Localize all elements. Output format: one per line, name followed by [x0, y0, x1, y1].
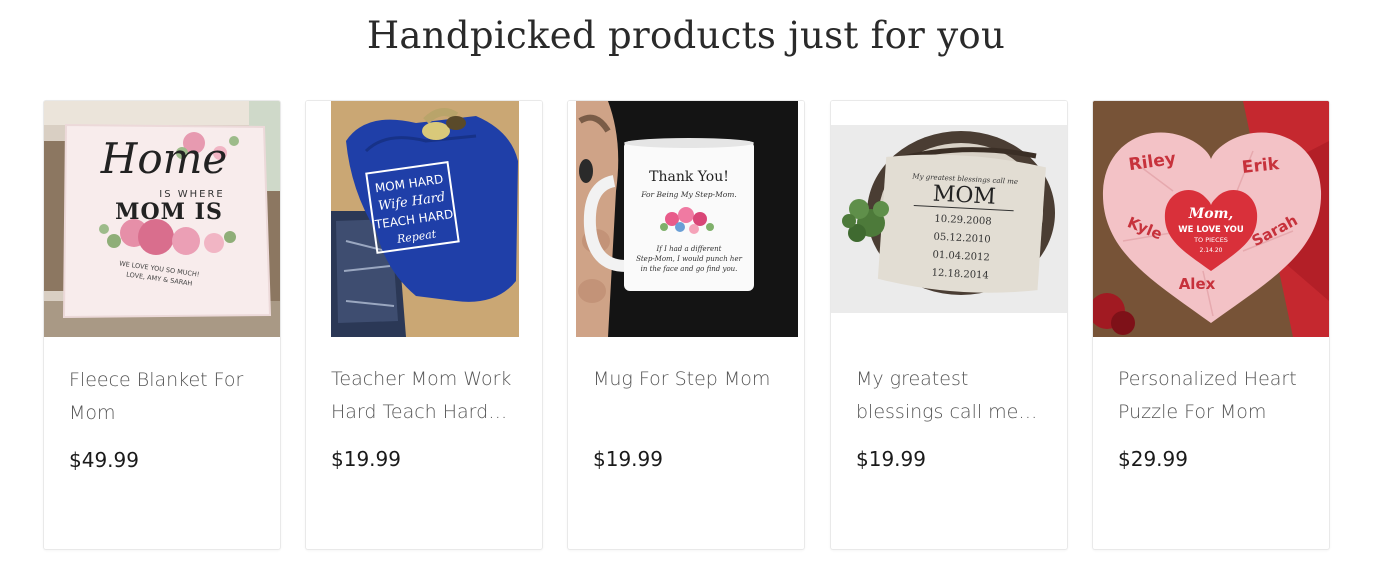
- mug-text-5: in the face and go find you.: [641, 265, 738, 273]
- product-grid: Home IS WHERE MOM IS WE LOVE YOU SO MUCH…: [43, 100, 1330, 550]
- mug-text-3: If I had a different: [656, 245, 722, 253]
- product-image-blanket[interactable]: Home IS WHERE MOM IS WE LOVE YOU SO MUCH…: [44, 101, 280, 337]
- product-image-tshirt[interactable]: MOM HARD Wife Hard TEACH HARD Repeat: [306, 101, 542, 337]
- puzzle-center-4: 2.14.20: [1200, 247, 1223, 254]
- product-price: $19.99: [593, 447, 663, 471]
- mug-text-1: Thank You!: [649, 169, 729, 185]
- puzzle-center-3: TO PIECES: [1193, 236, 1228, 244]
- blanket-text-momis: MOM IS: [115, 199, 223, 225]
- product-title[interactable]: My greatest blessings call me Mom Pillow: [856, 363, 1051, 429]
- product-card[interactable]: My greatest blessings call me MOM 10.29.…: [830, 100, 1068, 550]
- product-image-mug[interactable]: Thank You! For Being My Step-Mom. If I h…: [568, 101, 804, 337]
- product-price: $19.99: [856, 447, 926, 471]
- puzzle-name-5: Alex: [1179, 275, 1216, 293]
- product-card[interactable]: Home IS WHERE MOM IS WE LOVE YOU SO MUCH…: [43, 100, 281, 550]
- product-title[interactable]: Teacher Mom Work Hard Teach Hard Repeat …: [331, 363, 526, 429]
- puzzle-name-2: Erik: [1241, 154, 1281, 178]
- product-image-pillow[interactable]: My greatest blessings call me MOM 10.29.…: [831, 101, 1067, 337]
- product-card[interactable]: Mom, WE LOVE YOU TO PIECES 2.14.20 Riley…: [1092, 100, 1330, 550]
- product-title[interactable]: Fleece Blanket For Mom: [69, 364, 264, 430]
- blanket-text-home: Home: [100, 134, 228, 183]
- product-card[interactable]: MOM HARD Wife Hard TEACH HARD Repeat Tea…: [305, 100, 543, 550]
- product-title[interactable]: Mug For Step Mom: [593, 363, 788, 396]
- section-title: Handpicked products just for you: [366, 14, 1006, 57]
- mug-text-2: For Being My Step-Mom.: [640, 190, 737, 199]
- product-card[interactable]: Thank You! For Being My Step-Mom. If I h…: [567, 100, 805, 550]
- product-price: $49.99: [69, 448, 139, 472]
- product-price: $29.99: [1118, 447, 1188, 471]
- product-price: $19.99: [331, 447, 401, 471]
- puzzle-center-1: Mom,: [1188, 206, 1234, 222]
- mug-text-4: Step-Mom, I would punch her: [636, 255, 743, 263]
- pillow-text-mom: MOM: [932, 182, 996, 210]
- product-title[interactable]: Personalized Heart Puzzle For Mom: [1118, 363, 1313, 429]
- product-image-puzzle[interactable]: Mom, WE LOVE YOU TO PIECES 2.14.20 Riley…: [1093, 101, 1329, 337]
- puzzle-center-2: WE LOVE YOU: [1178, 225, 1244, 235]
